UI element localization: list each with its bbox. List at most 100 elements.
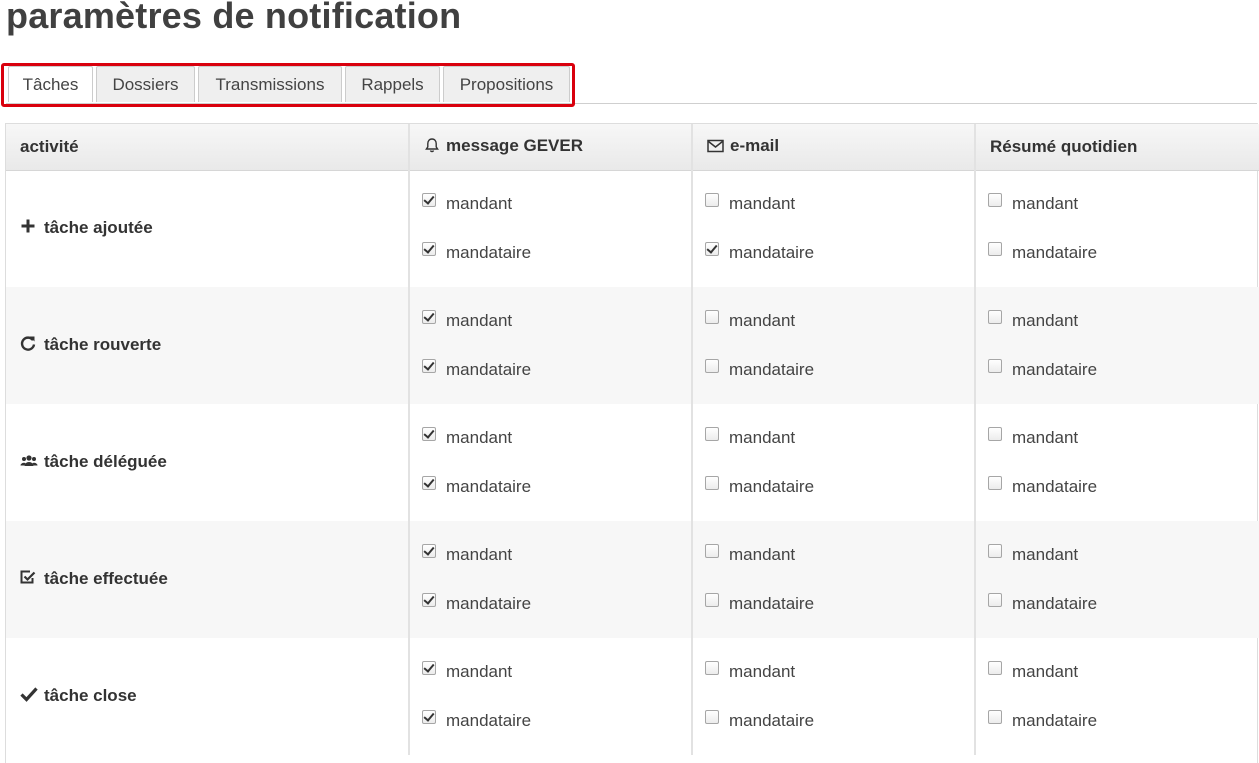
gever-mandant-checkbox[interactable] — [422, 661, 436, 675]
digest-mandant-checkbox[interactable] — [988, 544, 1002, 558]
gever-mandataire-checkbox[interactable] — [422, 476, 436, 490]
option-label: mandant — [446, 194, 513, 214]
email-mandataire-checkbox[interactable] — [705, 710, 719, 724]
digest-mandataire-checkbox[interactable] — [988, 476, 1002, 490]
tab-rappels[interactable]: Rappels — [345, 66, 440, 102]
digest-mandant-option[interactable]: mandant — [988, 414, 1247, 463]
digest-mandant-option[interactable]: mandant — [988, 180, 1247, 229]
gever-mandant-option[interactable]: mandant — [422, 531, 679, 580]
gever-mandataire-option[interactable]: mandataire — [422, 229, 679, 278]
gever-mandant-option[interactable]: mandant — [422, 297, 679, 346]
digest-mandataire-option[interactable]: mandataire — [988, 697, 1247, 746]
activity-cell: tâche close — [6, 638, 410, 755]
option-label: mandataire — [729, 594, 815, 613]
email-mandant-checkbox[interactable] — [705, 193, 719, 208]
option-label: mandant — [446, 428, 513, 447]
email-mandant-checkbox[interactable] — [705, 661, 719, 675]
tab-transmissions[interactable]: Transmissions — [198, 66, 342, 102]
email-mandant-checkbox[interactable] — [705, 544, 719, 558]
digest-mandataire-option[interactable]: mandataire — [988, 229, 1247, 278]
digest-mandataire-checkbox[interactable] — [988, 242, 1002, 257]
email-mandant-checkbox[interactable] — [705, 310, 719, 324]
users-icon — [20, 453, 38, 473]
option-label: mandant — [729, 662, 796, 681]
email-mandant-checkbox[interactable] — [705, 427, 719, 441]
gever-mandataire-option[interactable]: mandataire — [422, 463, 679, 512]
gever-options-cell: mandant mandataire — [409, 638, 693, 755]
gever-mandataire-checkbox[interactable] — [422, 593, 436, 607]
email-mandant-option[interactable]: mandant — [705, 648, 962, 697]
email-options-cell: mandant mandataire — [692, 521, 976, 638]
header-gever: message GEVER — [409, 124, 693, 171]
gever-mandataire-checkbox[interactable] — [422, 710, 436, 724]
tab-taches[interactable]: Tâches — [8, 66, 93, 102]
activity-cell: tâche déléguée — [6, 404, 410, 521]
option-label: mandataire — [446, 594, 532, 613]
email-mandant-option[interactable]: mandant — [705, 531, 962, 580]
gever-mandataire-option[interactable]: mandataire — [422, 346, 679, 395]
email-mandataire-checkbox[interactable] — [705, 242, 719, 257]
gever-mandant-option[interactable]: mandant — [422, 180, 679, 229]
digest-mandant-option[interactable]: mandant — [988, 531, 1247, 580]
digest-mandant-option[interactable]: mandant — [988, 297, 1247, 346]
email-mandataire-option[interactable]: mandataire — [705, 580, 962, 629]
option-label: mandant — [446, 662, 513, 681]
digest-options-cell: mandant mandataire — [975, 638, 1259, 755]
gever-mandant-option[interactable]: mandant — [422, 414, 679, 463]
refresh-icon — [20, 335, 38, 356]
gever-options-cell: mandant mandataire — [409, 521, 693, 638]
digest-mandant-checkbox[interactable] — [988, 193, 1002, 208]
email-mandant-option[interactable]: mandant — [705, 414, 962, 463]
email-mandataire-checkbox[interactable] — [705, 476, 719, 490]
gever-mandataire-checkbox[interactable] — [422, 359, 436, 373]
email-mandant-option[interactable]: mandant — [705, 297, 962, 346]
digest-mandataire-option[interactable]: mandataire — [988, 580, 1247, 629]
option-label: mandataire — [729, 477, 815, 496]
digest-mandant-checkbox[interactable] — [988, 310, 1002, 324]
gever-mandant-checkbox[interactable] — [422, 310, 436, 324]
tab-dossiers[interactable]: Dossiers — [96, 66, 195, 102]
email-mandataire-option[interactable]: mandataire — [705, 229, 962, 278]
option-label: mandataire — [1012, 477, 1098, 496]
email-mandataire-checkbox[interactable] — [705, 359, 719, 373]
option-label: mandataire — [729, 243, 815, 263]
option-label: mandataire — [729, 360, 815, 379]
header-digest: Résumé quotidien — [975, 124, 1259, 171]
option-label: mandant — [446, 311, 513, 330]
gever-mandataire-option[interactable]: mandataire — [422, 697, 679, 746]
option-label: mandataire — [1012, 243, 1098, 263]
digest-mandant-option[interactable]: mandant — [988, 648, 1247, 697]
plus-icon — [20, 218, 38, 239]
email-mandant-option[interactable]: mandant — [705, 180, 962, 229]
digest-mandataire-checkbox[interactable] — [988, 710, 1002, 724]
digest-mandataire-option[interactable]: mandataire — [988, 346, 1247, 395]
envelope-icon — [707, 138, 724, 158]
email-options-cell: mandant mandataire — [692, 404, 976, 521]
digest-mandant-checkbox[interactable] — [988, 661, 1002, 675]
gever-mandant-checkbox[interactable] — [422, 544, 436, 558]
gever-mandant-checkbox[interactable] — [422, 193, 436, 208]
option-label: mandant — [729, 194, 796, 214]
email-mandataire-option[interactable]: mandataire — [705, 463, 962, 512]
gever-mandataire-option[interactable]: mandataire — [422, 580, 679, 629]
option-label: mandataire — [446, 477, 532, 496]
digest-mandataire-checkbox[interactable] — [988, 359, 1002, 373]
digest-options-cell: mandant mandataire — [975, 170, 1259, 287]
table-row: tâche ajoutée mandant mandataire mandant man… — [6, 170, 1259, 287]
email-mandataire-option[interactable]: mandataire — [705, 346, 962, 395]
activity-label: tâche rouverte — [44, 334, 162, 354]
table-row: tâche déléguée mandant mandataire mandant ma… — [6, 404, 1259, 521]
digest-mandataire-checkbox[interactable] — [988, 593, 1002, 607]
digest-mandataire-option[interactable]: mandataire — [988, 463, 1247, 512]
email-mandataire-checkbox[interactable] — [705, 593, 719, 607]
digest-mandant-checkbox[interactable] — [988, 427, 1002, 441]
tab-propositions[interactable]: Propositions — [443, 66, 570, 102]
gever-mandant-checkbox[interactable] — [422, 427, 436, 441]
page-title: paramètres de notification — [6, 0, 462, 36]
email-mandataire-option[interactable]: mandataire — [705, 697, 962, 746]
gever-mandant-option[interactable]: mandant — [422, 648, 679, 697]
gever-mandataire-checkbox[interactable] — [422, 242, 436, 257]
digest-options-cell: mandant mandataire — [975, 287, 1259, 404]
option-label: mandataire — [446, 243, 532, 263]
email-options-cell: mandant mandataire — [692, 638, 976, 755]
